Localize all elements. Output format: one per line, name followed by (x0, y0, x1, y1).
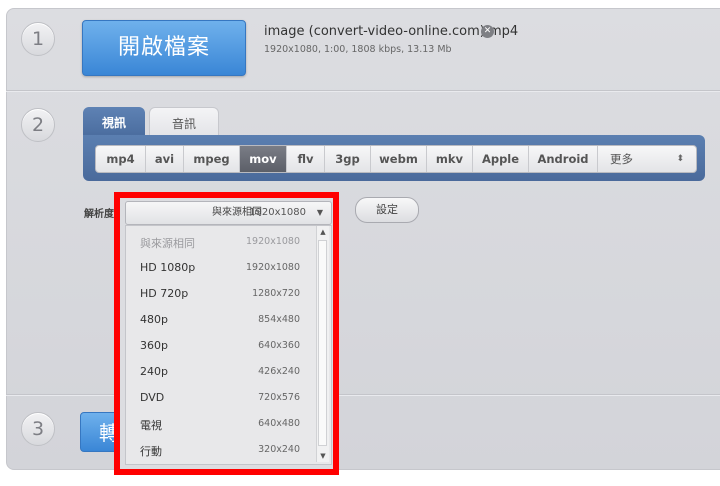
format-android[interactable]: Android (529, 146, 598, 172)
chevron-down-icon: ▼ (316, 208, 323, 217)
option-resolution: 720x576 (258, 392, 300, 403)
option-label: DVD (140, 391, 165, 404)
option-resolution: 1920x1080 (246, 236, 300, 247)
scroll-down-icon[interactable]: ▼ (318, 450, 328, 462)
resolution-option-1080p[interactable]: HD 1080p 1920x1080 (140, 261, 300, 281)
option-label: 行動 (140, 445, 162, 458)
open-file-button[interactable]: 開啟檔案 (82, 20, 246, 76)
step-1-badge: 1 (21, 22, 55, 56)
resolution-option-720p[interactable]: HD 720p 1280x720 (140, 287, 300, 307)
option-resolution: 854x480 (258, 314, 300, 325)
tab-video[interactable]: 視訊 (83, 107, 145, 137)
resolution-label: 解析度: (84, 209, 118, 220)
scrollbar-thumb[interactable] (318, 240, 327, 446)
option-resolution: 640x480 (258, 418, 300, 429)
option-label: 480p (140, 313, 168, 326)
resolution-dropdown-list: 與來源相同 1920x1080 HD 1080p 1920x1080 HD 72… (125, 225, 332, 465)
format-mkv[interactable]: mkv (427, 146, 473, 172)
file-info: 1920x1080, 1:00, 1808 kbps, 13.13 Mb (264, 44, 452, 55)
format-more-label: 更多 (610, 152, 633, 166)
option-resolution: 426x240 (258, 366, 300, 377)
option-resolution: 320x240 (258, 444, 300, 455)
resolution-select[interactable]: 與來源相同 1920x1080 ▼ (125, 201, 332, 225)
dropdown-scrollbar[interactable]: ▲ ▼ (316, 226, 329, 462)
step-3-badge: 3 (21, 412, 55, 446)
option-label: 360p (140, 339, 168, 352)
format-avi[interactable]: avi (146, 146, 184, 172)
option-resolution: 1280x720 (252, 288, 300, 299)
option-label: 電視 (140, 419, 162, 432)
settings-button[interactable]: 設定 (355, 197, 419, 223)
remove-file-icon[interactable]: ✕ (481, 25, 494, 38)
tab-audio[interactable]: 音訊 (149, 107, 219, 138)
updown-arrow-icon: ⬍ (676, 154, 684, 164)
option-resolution: 640x360 (258, 340, 300, 351)
option-label: HD 1080p (140, 261, 196, 274)
option-resolution: 1920x1080 (246, 262, 300, 273)
section-divider (6, 90, 720, 92)
option-label: 與來源相同 (140, 237, 195, 250)
resolution-option-mobile[interactable]: 行動 320x240 (140, 443, 300, 463)
resolution-selected-value: 1920x1080 (249, 207, 306, 218)
option-label: HD 720p (140, 287, 189, 300)
format-list: mp4 avi mpeg mov flv 3gp webm mkv Apple … (95, 145, 697, 173)
format-mp4[interactable]: mp4 (96, 146, 146, 172)
format-mpeg[interactable]: mpeg (184, 146, 240, 172)
resolution-option-dvd[interactable]: DVD 720x576 (140, 391, 300, 411)
step-2-badge: 2 (21, 108, 55, 142)
format-flv[interactable]: flv (287, 146, 325, 172)
scroll-up-icon[interactable]: ▲ (318, 226, 328, 238)
option-label: 240p (140, 365, 168, 378)
format-3gp[interactable]: 3gp (325, 146, 371, 172)
format-apple[interactable]: Apple (473, 146, 529, 172)
resolution-option-source[interactable]: 與來源相同 1920x1080 (140, 235, 300, 255)
resolution-option-480p[interactable]: 480p 854x480 (140, 313, 300, 333)
resolution-option-240p[interactable]: 240p 426x240 (140, 365, 300, 385)
format-webm[interactable]: webm (371, 146, 427, 172)
format-more-select[interactable]: 更多 ⬍ (598, 146, 696, 172)
resolution-option-tv[interactable]: 電視 640x480 (140, 417, 300, 437)
resolution-option-360p[interactable]: 360p 640x360 (140, 339, 300, 359)
format-mov[interactable]: mov (240, 146, 287, 172)
